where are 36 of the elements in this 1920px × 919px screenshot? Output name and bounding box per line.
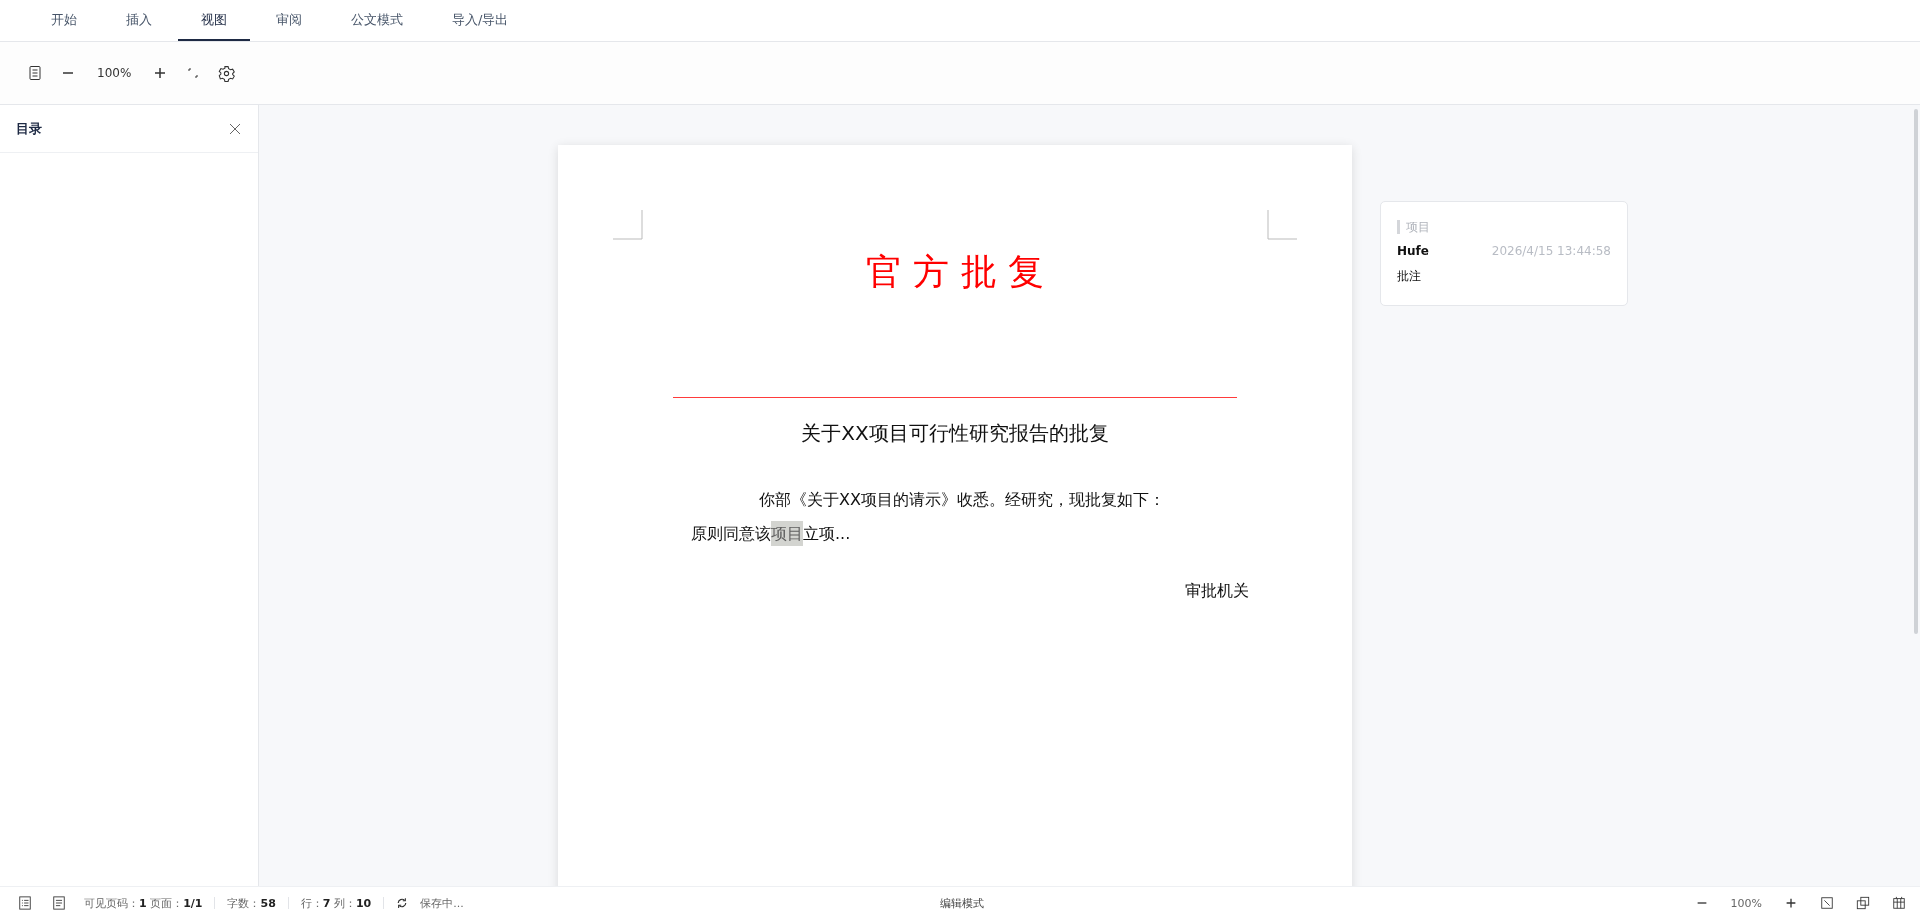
- comment-quote: 项目: [1397, 220, 1611, 234]
- status-text: 可见页码：1 页面：1/1: [84, 895, 203, 911]
- body-paragraph: 原则同意该项目立项...: [643, 517, 1267, 551]
- outline-icon[interactable]: [27, 65, 43, 81]
- mode-label: 编辑模式: [939, 895, 985, 911]
- ribbon-tab[interactable]: 开始: [28, 0, 100, 41]
- copy-icon[interactable]: [1856, 896, 1870, 910]
- settings-icon[interactable]: [218, 64, 236, 82]
- outline-icon[interactable]: [18, 896, 32, 910]
- page-icon[interactable]: [52, 896, 66, 910]
- plus-icon[interactable]: [1784, 896, 1798, 910]
- sync-icon: [396, 897, 409, 909]
- document-subtitle: 关于XX项目可行性研究报告的批复: [800, 420, 1110, 447]
- scrollbar[interactable]: [1914, 109, 1918, 634]
- margin-mark-icon: [613, 210, 643, 240]
- comment-text: 批注: [1397, 268, 1422, 285]
- comment-card[interactable]: 项目 Hufe 2026/4/15 13:44:58 批注: [1380, 201, 1628, 306]
- signature-text: 审批机关: [1184, 581, 1250, 602]
- ribbon-tab[interactable]: 导入/导出: [429, 0, 532, 41]
- document-heading: 官 方 批 复: [864, 250, 1046, 294]
- close-icon[interactable]: [229, 122, 241, 135]
- status-text: 行：7 列：10: [300, 895, 372, 911]
- margin-mark-icon: [1267, 210, 1297, 240]
- zoom-level: 100%: [97, 66, 132, 80]
- comment-time: 2026/4/15 13:44:58: [1491, 244, 1611, 258]
- ribbon-tab[interactable]: 公文模式: [328, 0, 426, 41]
- comment-author: Hufe: [1397, 244, 1429, 258]
- zoom-level: 100%: [1730, 896, 1762, 910]
- body-paragraph: 你部《关于XX项目的请示》收悉。经研究，现批复如下：: [758, 489, 1166, 511]
- panel-title: 目录: [16, 119, 42, 138]
- ribbon-tab[interactable]: 插入: [103, 0, 175, 41]
- grid-icon[interactable]: [1892, 896, 1906, 910]
- status-text: 字数：58: [227, 895, 276, 911]
- fit-page-icon[interactable]: [1820, 896, 1834, 910]
- save-status: 保存中...: [420, 895, 464, 911]
- ribbon-tab[interactable]: 审阅: [253, 0, 325, 41]
